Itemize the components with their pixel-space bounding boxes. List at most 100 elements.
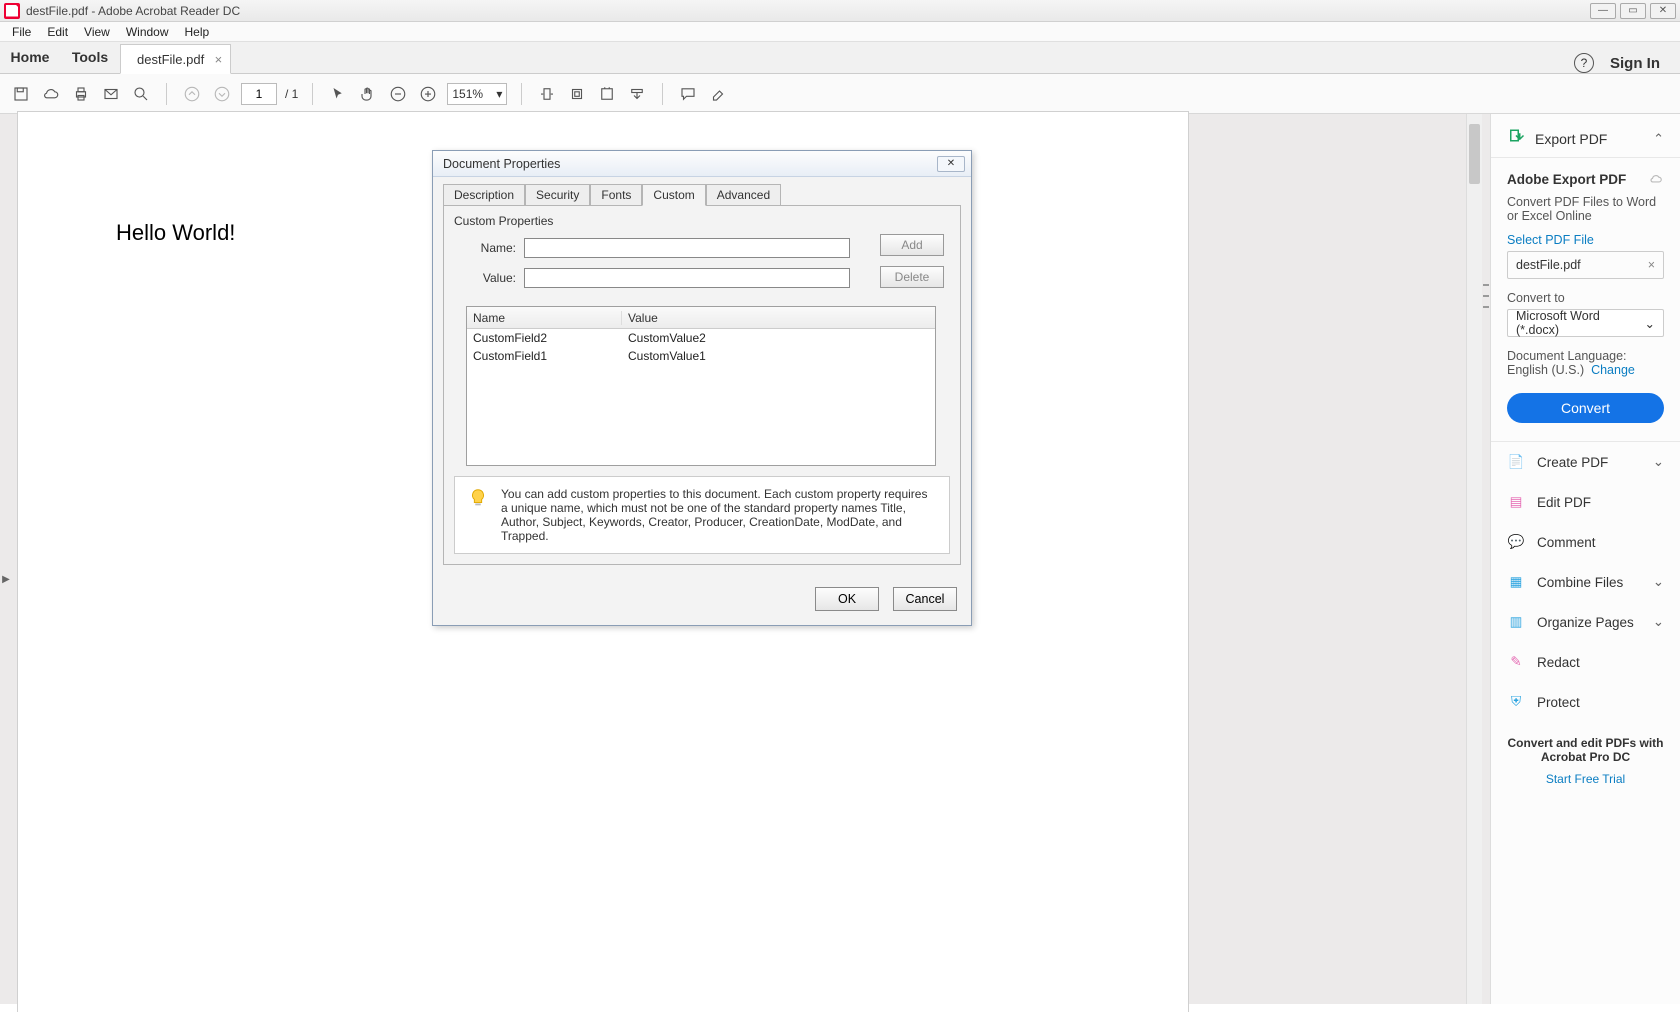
name-label: Name: — [460, 241, 516, 255]
fullscreen-icon[interactable] — [596, 83, 618, 105]
convert-button[interactable]: Convert — [1507, 393, 1664, 423]
format-select[interactable]: Microsoft Word (*.docx) ⌄ — [1507, 309, 1664, 337]
scroll-thumb[interactable] — [1469, 124, 1480, 184]
chevron-down-icon: ⌄ — [1653, 454, 1664, 470]
tool-combine[interactable]: ▦ Combine Files ⌄ — [1491, 562, 1680, 602]
document-properties-dialog: Document Properties ✕ Description Securi… — [432, 150, 972, 626]
separator — [166, 83, 167, 105]
create-pdf-icon: 📄 — [1507, 454, 1525, 470]
help-icon[interactable]: ? — [1574, 53, 1594, 73]
combine-icon: ▦ — [1507, 574, 1525, 590]
menu-file[interactable]: File — [6, 25, 37, 39]
dialog-close-icon[interactable]: ✕ — [937, 156, 965, 172]
redact-icon: ✎ — [1507, 654, 1525, 670]
chevron-down-icon: ⌄ — [1653, 614, 1664, 630]
promo-title: Convert and edit PDFs with Acrobat Pro D… — [1501, 736, 1670, 764]
tool-organize[interactable]: ▥ Organize Pages ⌄ — [1491, 602, 1680, 642]
promo-link[interactable]: Start Free Trial — [1546, 772, 1625, 786]
tool-protect[interactable]: ⛨ Protect — [1491, 682, 1680, 722]
value-label: Value: — [460, 271, 516, 285]
tool-label: Combine Files — [1537, 575, 1623, 590]
maximize-button[interactable]: ▭ — [1620, 3, 1646, 19]
fit-page-icon[interactable] — [566, 83, 588, 105]
info-box: You can add custom properties to this do… — [454, 476, 950, 554]
fit-width-icon[interactable] — [536, 83, 558, 105]
format-value: Microsoft Word (*.docx) — [1516, 309, 1645, 337]
tab-advanced[interactable]: Advanced — [706, 184, 781, 206]
hand-tool-icon[interactable] — [357, 83, 379, 105]
chevron-down-icon: ▾ — [496, 87, 502, 101]
export-pdf-header[interactable]: Export PDF ⌃ — [1491, 114, 1680, 158]
zoom-in-icon[interactable] — [417, 83, 439, 105]
chevron-down-icon: ⌄ — [1645, 316, 1655, 331]
promo: Convert and edit PDFs with Acrobat Pro D… — [1491, 722, 1680, 804]
close-button[interactable]: ✕ — [1650, 3, 1676, 19]
tool-label: Create PDF — [1537, 455, 1608, 470]
tool-comment[interactable]: 💬 Comment — [1491, 522, 1680, 562]
separator — [521, 83, 522, 105]
table-row[interactable]: CustomField1 CustomValue1 — [467, 347, 935, 365]
tool-redact[interactable]: ✎ Redact — [1491, 642, 1680, 682]
tab-custom[interactable]: Custom — [642, 184, 705, 206]
cancel-button[interactable]: Cancel — [893, 587, 957, 611]
dialog-titlebar[interactable]: Document Properties ✕ — [433, 151, 971, 177]
read-mode-icon[interactable] — [626, 83, 648, 105]
cloud-badge-icon — [1648, 172, 1664, 189]
group-title: Custom Properties — [450, 212, 954, 234]
highlight-icon[interactable] — [707, 83, 729, 105]
signin-button[interactable]: Sign In — [1610, 55, 1660, 72]
tool-create-pdf[interactable]: 📄 Create PDF ⌄ — [1491, 442, 1680, 482]
language-row: Document Language: English (U.S.) Change — [1507, 349, 1664, 377]
selected-file-box[interactable]: destFile.pdf × — [1507, 251, 1664, 279]
save-icon[interactable] — [10, 83, 32, 105]
right-panel: Export PDF ⌃ Adobe Export PDF Convert PD… — [1490, 114, 1680, 1004]
tab-close-icon[interactable]: × — [215, 52, 223, 67]
left-pane-toggle[interactable]: ▶ — [2, 559, 10, 599]
chevron-down-icon: ⌄ — [1653, 574, 1664, 590]
tab-home[interactable]: Home — [0, 41, 60, 73]
vertical-scrollbar[interactable] — [1466, 114, 1482, 1004]
menu-view[interactable]: View — [78, 25, 116, 39]
document-tab[interactable]: destFile.pdf × — [120, 44, 231, 74]
tab-description[interactable]: Description — [443, 184, 525, 206]
print-icon[interactable] — [70, 83, 92, 105]
zoom-select[interactable]: 151%▾ — [447, 83, 507, 105]
page-down-icon[interactable] — [211, 83, 233, 105]
menu-window[interactable]: Window — [120, 25, 175, 39]
organize-icon: ▥ — [1507, 614, 1525, 630]
value-row: Value: — [460, 268, 850, 288]
tab-fonts[interactable]: Fonts — [590, 184, 642, 206]
export-pdf-body: Adobe Export PDF Convert PDF Files to Wo… — [1491, 158, 1680, 442]
menu-edit[interactable]: Edit — [41, 25, 74, 39]
right-pane-toggle[interactable] — [1482, 114, 1490, 1004]
table-row[interactable]: CustomField2 CustomValue2 — [467, 329, 935, 347]
minimize-button[interactable]: — — [1590, 3, 1616, 19]
dialog-title: Document Properties — [443, 157, 560, 171]
tab-security[interactable]: Security — [525, 184, 590, 206]
value-input[interactable] — [524, 268, 850, 288]
cell-value: CustomValue1 — [622, 349, 935, 363]
search-icon[interactable] — [130, 83, 152, 105]
select-tool-icon[interactable] — [327, 83, 349, 105]
cloud-icon[interactable] — [40, 83, 62, 105]
comment-icon[interactable] — [677, 83, 699, 105]
delete-button[interactable]: Delete — [880, 266, 944, 288]
dialog-buttons: OK Cancel — [433, 575, 971, 625]
window-title: destFile.pdf - Adobe Acrobat Reader DC — [26, 4, 240, 18]
page-number-input[interactable] — [241, 83, 277, 105]
add-button[interactable]: Add — [880, 234, 944, 256]
tool-edit-pdf[interactable]: ▤ Edit PDF — [1491, 482, 1680, 522]
tool-label: Redact — [1537, 655, 1580, 670]
ok-button[interactable]: OK — [815, 587, 879, 611]
zoom-out-icon[interactable] — [387, 83, 409, 105]
change-language-link[interactable]: Change — [1591, 363, 1635, 377]
page-up-icon[interactable] — [181, 83, 203, 105]
properties-table[interactable]: Name Value CustomField2 CustomValue2 Cus… — [466, 306, 936, 466]
menu-help[interactable]: Help — [179, 25, 216, 39]
language-label: Document Language: — [1507, 349, 1627, 363]
mail-icon[interactable] — [100, 83, 122, 105]
clear-file-icon[interactable]: × — [1648, 258, 1655, 272]
name-input[interactable] — [524, 238, 850, 258]
tab-tools[interactable]: Tools — [60, 41, 120, 73]
tool-label: Protect — [1537, 695, 1580, 710]
